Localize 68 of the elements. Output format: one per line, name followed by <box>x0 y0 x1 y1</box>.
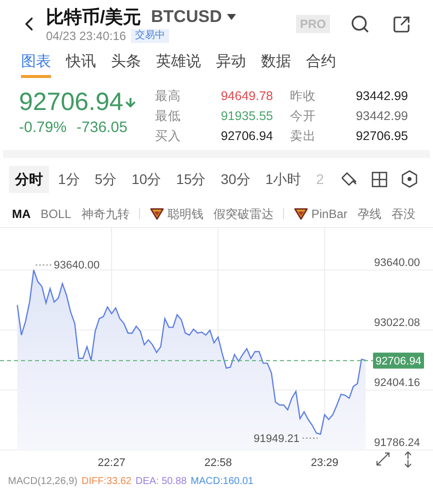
period-tab[interactable]: 1分 <box>52 166 86 192</box>
y-axis-label: 93640.00 <box>374 257 420 269</box>
tab[interactable]: 英雄说 <box>156 48 201 78</box>
x-axis-label: 23:29 <box>310 457 338 469</box>
stat-value: 93442.99 <box>354 88 408 105</box>
macd-value: MACD:160.01 <box>190 476 254 488</box>
y-axis-label: 92404.16 <box>374 377 420 389</box>
period-tab[interactable]: 分时 <box>9 166 49 192</box>
tab[interactable]: 图表 <box>21 48 51 78</box>
y-axis-label: 93022.08 <box>374 317 420 329</box>
stat-label: 今开 <box>290 108 317 125</box>
last-price: 92706.94 <box>19 87 124 118</box>
x-axis-label: 22:27 <box>98 457 126 469</box>
gem-icon <box>150 208 164 220</box>
up-down-arrows-icon[interactable] <box>404 451 412 468</box>
indicator-toggle[interactable]: 孕线 <box>357 204 382 222</box>
indicator-toggle[interactable]: 神奇九转 <box>81 204 130 222</box>
tab[interactable]: 快讯 <box>66 48 96 78</box>
period-tab[interactable]: 30分 <box>214 166 256 192</box>
tab[interactable]: 异动 <box>216 48 246 78</box>
page-title: 比特币/美元 <box>46 6 142 28</box>
leader-line <box>302 438 318 439</box>
period-tab[interactable]: 10分 <box>126 166 168 192</box>
ref-line-label: 92706.94 <box>376 356 422 368</box>
macd-value: DIFF:33.62 <box>81 476 132 488</box>
status-badge: 交易中 <box>131 28 170 42</box>
change-amount: -736.05 <box>76 119 128 137</box>
stat-value: 91935.55 <box>220 108 273 125</box>
stat-value: 93442.99 <box>354 108 408 125</box>
share-icon[interactable] <box>392 14 411 34</box>
indicator-toggle[interactable]: 吞没 <box>391 204 416 222</box>
stat-label: 买入 <box>155 128 182 145</box>
indicator-toggle[interactable]: BOLL <box>40 204 72 222</box>
caret-icon <box>226 14 236 20</box>
tab[interactable]: 头条 <box>111 48 141 78</box>
macd-value: DEA: 50.88 <box>136 476 187 488</box>
stat-label: 卖出 <box>290 128 317 145</box>
last-price-tag: 92706.94 <box>373 352 424 369</box>
tab[interactable]: 合约 <box>306 48 336 78</box>
indicator-toggle[interactable]: 假突破雷达 <box>213 204 274 222</box>
high-label: 93640.00 <box>54 260 100 272</box>
stat-value: 92706.95 <box>354 128 408 145</box>
settings-icon[interactable] <box>401 170 418 188</box>
indicator-toggle[interactable]: 聪明钱 <box>150 204 204 222</box>
symbol-selector[interactable]: BTCUSD <box>151 6 236 28</box>
grid-icon[interactable] <box>371 170 388 188</box>
stat-value: 94649.78 <box>220 88 273 105</box>
leader-line <box>35 264 52 266</box>
period-tab[interactable]: 15分 <box>170 166 212 192</box>
indicator-toggle[interactable]: MA <box>12 204 31 222</box>
y-axis-label: 91786.24 <box>374 437 420 449</box>
stat-label: 最低 <box>155 108 182 125</box>
search-icon[interactable] <box>350 14 370 34</box>
macd-value: MACD(12,26,9) <box>8 476 78 488</box>
x-axis-label: 22:58 <box>204 457 232 469</box>
timestamp: 04/23 23:40:16 <box>46 28 126 42</box>
tab[interactable]: 数据 <box>261 48 291 78</box>
low-label: 91949.21 <box>254 433 300 446</box>
period-tab[interactable]: 5分 <box>88 166 123 192</box>
change-percent: -0.79% <box>19 119 67 137</box>
gem-icon <box>294 208 308 220</box>
indicator-toggle[interactable]: PinBar <box>294 204 348 222</box>
stat-value: 92706.94 <box>220 128 273 145</box>
drawing-tool-icon[interactable] <box>340 170 358 188</box>
stat-label: 最高 <box>155 88 182 105</box>
stat-label: 昨收 <box>290 88 317 105</box>
expand-icon[interactable] <box>376 452 390 466</box>
period-tab[interactable]: 1小时 <box>259 166 308 192</box>
